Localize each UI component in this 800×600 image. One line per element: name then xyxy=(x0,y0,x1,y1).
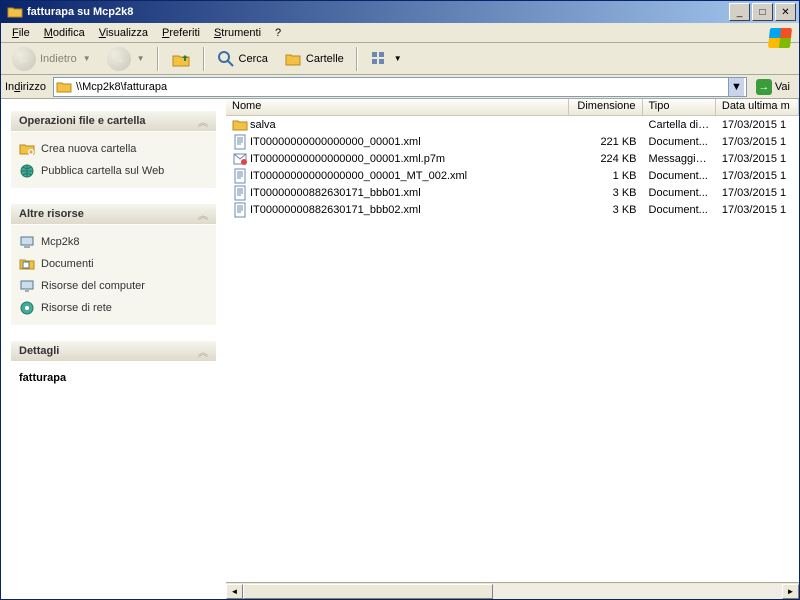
panel-title: Dettagli xyxy=(19,345,59,357)
address-label: Indirizzo xyxy=(5,81,49,93)
link-computer[interactable]: Mcp2k8 xyxy=(19,231,208,253)
menu-strumenti[interactable]: Strumenti xyxy=(207,25,268,41)
panel-altre: Altre risorse ︽ Mcp2k8 Documenti Risorse… xyxy=(9,202,218,327)
folders-icon xyxy=(284,50,302,68)
menu-modifica[interactable]: Modifica xyxy=(37,25,92,41)
column-data[interactable]: Data ultima m xyxy=(716,99,799,115)
details-name: fatturapa xyxy=(19,368,208,388)
scroll-thumb[interactable] xyxy=(243,584,493,599)
forward-button[interactable]: → ▼ xyxy=(100,46,152,72)
close-button[interactable]: ✕ xyxy=(775,3,796,21)
chevron-up-icon: ︽ xyxy=(198,344,208,359)
globe-icon xyxy=(19,163,35,179)
panel-header-dettagli[interactable]: Dettagli ︽ xyxy=(10,340,217,362)
folders-button[interactable]: Cartelle xyxy=(277,46,351,72)
task-new-folder[interactable]: Crea nuova cartella xyxy=(19,138,208,160)
go-arrow-icon: → xyxy=(756,79,772,95)
p7m-icon xyxy=(232,151,248,167)
task-label: Pubblica cartella sul Web xyxy=(41,165,164,177)
column-dim[interactable]: Dimensione xyxy=(569,99,642,115)
folder-icon xyxy=(7,4,23,20)
search-label: Cerca xyxy=(239,53,268,65)
go-label: Vai xyxy=(775,81,790,93)
network-icon xyxy=(19,300,35,316)
documents-icon xyxy=(19,256,35,272)
menubar: File Modifica Visualizza Preferiti Strum… xyxy=(1,23,799,43)
back-arrow-icon: ← xyxy=(12,47,36,71)
address-input[interactable] xyxy=(76,81,724,93)
search-button[interactable]: Cerca xyxy=(210,46,275,72)
panel-header-altre[interactable]: Altre risorse ︽ xyxy=(10,203,217,225)
forward-arrow-icon: → xyxy=(107,47,131,71)
chevron-up-icon: ︽ xyxy=(198,114,208,129)
task-label: Mcp2k8 xyxy=(41,236,80,248)
tasks-pane: Operazioni file e cartella ︽ Crea nuova … xyxy=(1,99,226,599)
address-bar: Indirizzo ▼ → Vai xyxy=(1,75,799,99)
panel-header-ops[interactable]: Operazioni file e cartella ︽ xyxy=(10,110,217,132)
panel-title: Altre risorse xyxy=(19,208,84,220)
go-button[interactable]: → Vai xyxy=(751,77,795,97)
menu-preferiti[interactable]: Preferiti xyxy=(155,25,207,41)
horizontal-scrollbar[interactable]: ◄ ► xyxy=(226,582,799,599)
search-icon xyxy=(217,50,235,68)
xml-icon xyxy=(232,202,248,218)
back-button[interactable]: ← Indietro ▼ xyxy=(5,46,98,72)
link-risorse-computer[interactable]: Risorse del computer xyxy=(19,275,208,297)
views-button[interactable]: ▼ xyxy=(363,46,409,72)
column-tipo[interactable]: Tipo xyxy=(643,99,716,115)
menu-visualizza[interactable]: Visualizza xyxy=(92,25,155,41)
link-risorse-rete[interactable]: Risorse di rete xyxy=(19,297,208,319)
column-nome[interactable]: Nome xyxy=(226,99,569,115)
my-computer-icon xyxy=(19,278,35,294)
chevron-down-icon: ▼ xyxy=(394,54,402,63)
scroll-left-button[interactable]: ◄ xyxy=(226,584,243,599)
titlebar[interactable]: fatturapa su Mcp2k8 _ □ ✕ xyxy=(1,1,799,23)
file-row[interactable]: IT00000000882630171_bbb01.xml3 KBDocumen… xyxy=(226,184,799,201)
folder-icon xyxy=(232,117,248,133)
address-box[interactable]: ▼ xyxy=(53,77,747,97)
menu-help[interactable]: ? xyxy=(268,25,288,41)
file-row[interactable]: IT00000000000000000_00001_MT_002.xml1 KB… xyxy=(226,167,799,184)
folder-up-icon xyxy=(171,49,191,69)
task-label: Risorse di rete xyxy=(41,302,112,314)
folders-label: Cartelle xyxy=(306,53,344,65)
up-button[interactable] xyxy=(164,46,198,72)
file-row[interactable]: IT00000000882630171_bbb02.xml3 KBDocumen… xyxy=(226,201,799,218)
minimize-button[interactable]: _ xyxy=(729,3,750,21)
task-label: Crea nuova cartella xyxy=(41,143,136,155)
back-label: Indietro xyxy=(40,53,77,65)
panel-file-ops: Operazioni file e cartella ︽ Crea nuova … xyxy=(9,109,218,190)
task-publish-web[interactable]: Pubblica cartella sul Web xyxy=(19,160,208,182)
file-row[interactable]: IT00000000000000000_00001.xml221 KBDocum… xyxy=(226,133,799,150)
scroll-right-button[interactable]: ► xyxy=(782,584,799,599)
file-list[interactable]: salvaCartella di ...17/03/2015 1IT000000… xyxy=(226,116,799,582)
folder-icon xyxy=(56,79,72,95)
file-row[interactable]: IT00000000000000000_00001.xml.p7m224 KBM… xyxy=(226,150,799,167)
computer-icon xyxy=(19,234,35,250)
explorer-window: fatturapa su Mcp2k8 _ □ ✕ File Modifica … xyxy=(0,0,800,600)
panel-dettagli: Dettagli ︽ fatturapa xyxy=(9,339,218,396)
link-documenti[interactable]: Documenti xyxy=(19,253,208,275)
menu-file[interactable]: File xyxy=(5,25,37,41)
toolbar: ← Indietro ▼ → ▼ Cerca Cartelle ▼ xyxy=(1,43,799,75)
xml-icon xyxy=(232,134,248,150)
file-list-pane: NomeDimensioneTipoData ultima m salvaCar… xyxy=(226,99,799,599)
column-headers: NomeDimensioneTipoData ultima m xyxy=(226,99,799,116)
views-icon xyxy=(370,50,388,68)
task-label: Risorse del computer xyxy=(41,280,145,292)
window-title: fatturapa su Mcp2k8 xyxy=(27,6,133,18)
maximize-button[interactable]: □ xyxy=(752,3,773,21)
chevron-down-icon: ▼ xyxy=(137,54,145,63)
windows-logo-icon xyxy=(763,23,797,53)
chevron-up-icon: ︽ xyxy=(198,207,208,222)
panel-title: Operazioni file e cartella xyxy=(19,115,146,127)
file-row[interactable]: salvaCartella di ...17/03/2015 1 xyxy=(226,116,799,133)
address-dropdown[interactable]: ▼ xyxy=(728,78,744,96)
scroll-track[interactable] xyxy=(243,584,782,599)
xml-icon xyxy=(232,185,248,201)
new-folder-icon xyxy=(19,141,35,157)
chevron-down-icon: ▼ xyxy=(83,54,91,63)
task-label: Documenti xyxy=(41,258,94,270)
xml-icon xyxy=(232,168,248,184)
